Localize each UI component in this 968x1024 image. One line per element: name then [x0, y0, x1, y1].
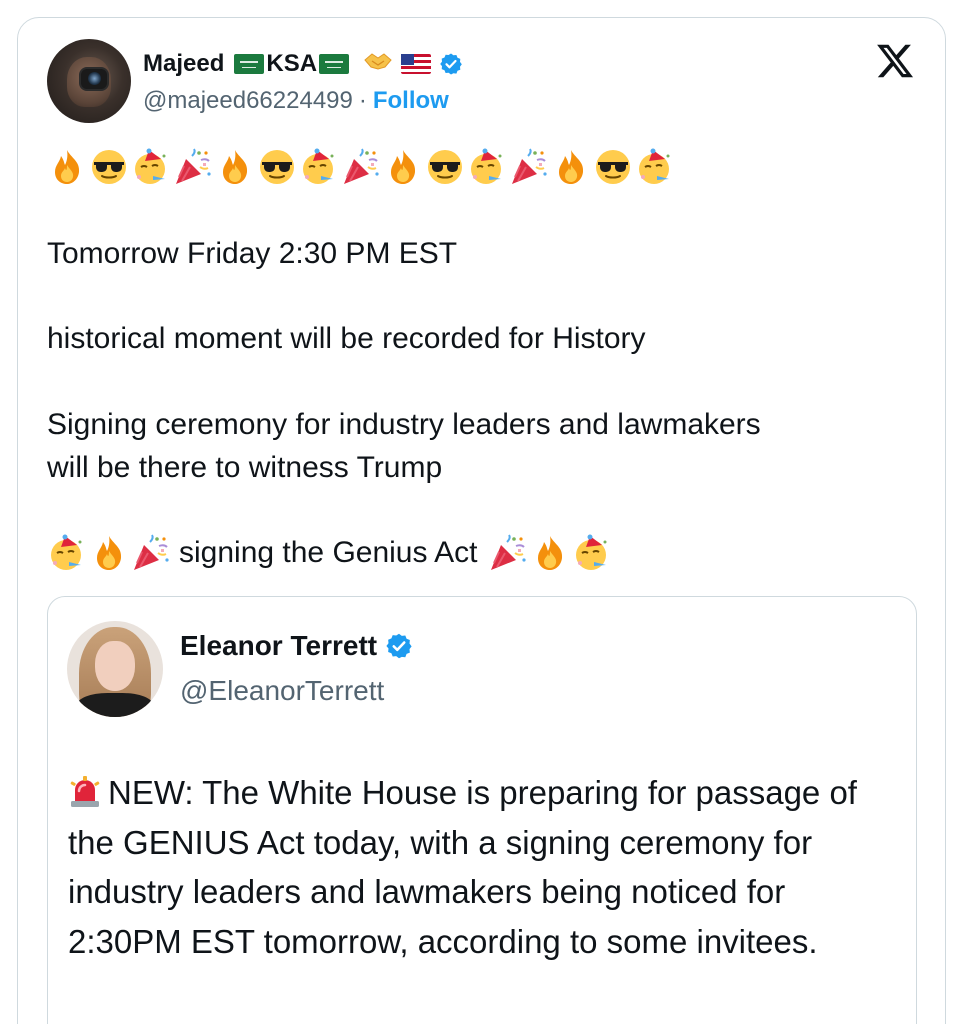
author-name-suffix: KSA: [266, 50, 318, 77]
tweet-text-line: historical moment will be recorded for H…: [47, 322, 646, 355]
us-flag-icon: [401, 54, 432, 74]
quoted-tweet-text: NEW: The White House is preparing for pa…: [68, 768, 908, 966]
emoji-group-before: [47, 533, 171, 573]
tweet-text-genius: signing the Genius Act: [179, 536, 478, 569]
emoji-group-after: [488, 533, 612, 573]
emoji-row: [47, 147, 675, 187]
party-popper-emoji-icon: [488, 533, 528, 573]
author-handle[interactable]: @majeed66224499: [143, 87, 353, 115]
author-handle-row: @majeed66224499 · Follow: [143, 87, 449, 115]
sunglasses-emoji-icon: [593, 147, 633, 187]
party-popper-emoji-icon: [509, 147, 549, 187]
party-popper-emoji-icon: [341, 147, 381, 187]
tweet-text-line: Tomorrow Friday 2:30 PM EST: [47, 237, 458, 270]
quoted-author-avatar[interactable]: [67, 621, 163, 717]
author-avatar[interactable]: [47, 39, 131, 123]
sunglasses-emoji-icon: [89, 147, 129, 187]
party-popper-emoji-icon: [173, 147, 213, 187]
verified-badge-icon: [385, 632, 413, 660]
party-face-emoji-icon: [467, 147, 507, 187]
author-name[interactable]: Majeed: [143, 50, 224, 78]
quoted-author-name-row[interactable]: Eleanor Terrett: [180, 630, 413, 662]
handshake-icon: [363, 50, 393, 78]
party-face-emoji-icon: [299, 147, 339, 187]
quoted-tweet-body: NEW: The White House is preparing for pa…: [68, 774, 857, 960]
fire-emoji-icon: [551, 147, 591, 187]
party-popper-emoji-icon: [131, 533, 171, 573]
saudi-flag-icon: [319, 54, 350, 74]
quoted-author-name[interactable]: Eleanor Terrett: [180, 630, 377, 662]
party-face-emoji-icon: [635, 147, 675, 187]
fire-emoji-icon: [89, 533, 129, 573]
quoted-author-handle[interactable]: @EleanorTerrett: [180, 675, 384, 707]
party-face-emoji-icon: [47, 533, 87, 573]
party-face-emoji-icon: [131, 147, 171, 187]
follow-button[interactable]: Follow: [373, 87, 449, 115]
tweet-text-line: will be there to witness Trump: [47, 451, 443, 484]
fire-emoji-icon: [47, 147, 87, 187]
separator-dot: ·: [358, 87, 367, 114]
sunglasses-emoji-icon: [257, 147, 297, 187]
party-face-emoji-icon: [572, 533, 612, 573]
tweet-text-line: Signing ceremony for industry leaders an…: [47, 408, 761, 441]
saudi-flag-icon: [234, 54, 265, 74]
fire-emoji-icon: [530, 533, 570, 573]
x-logo-icon[interactable]: [873, 41, 917, 81]
author-name-row[interactable]: Majeed KSA: [143, 47, 463, 81]
fire-emoji-icon: [215, 147, 255, 187]
verified-badge-icon: [439, 52, 463, 76]
police-siren-icon: [68, 773, 102, 807]
fire-emoji-icon: [383, 147, 423, 187]
tweet-text-line-5: signing the Genius Act: [47, 531, 612, 574]
sunglasses-emoji-icon: [425, 147, 465, 187]
